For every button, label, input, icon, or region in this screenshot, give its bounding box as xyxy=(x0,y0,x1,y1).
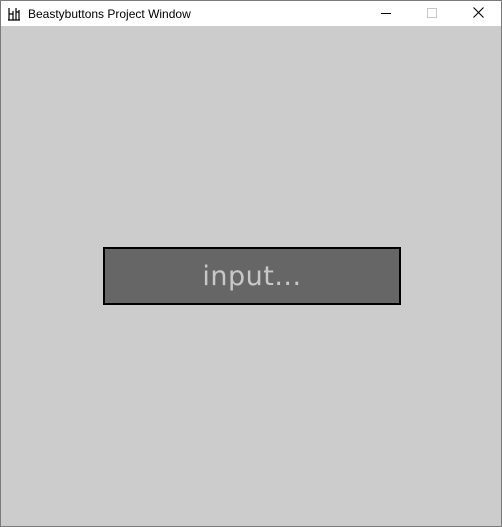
close-button[interactable] xyxy=(455,1,501,26)
input-placeholder: input... xyxy=(202,260,302,292)
maximize-button[interactable] xyxy=(409,1,455,26)
app-window: Beastybuttons Project Window input... xyxy=(0,0,502,527)
minimize-button[interactable] xyxy=(363,1,409,26)
processing-app-icon xyxy=(6,6,22,22)
maximize-icon xyxy=(427,5,437,23)
sketch-canvas: input... xyxy=(1,26,501,526)
window-title: Beastybuttons Project Window xyxy=(28,6,191,21)
minimize-icon xyxy=(381,5,391,23)
text-input-button[interactable]: input... xyxy=(103,247,401,305)
close-icon xyxy=(472,5,484,23)
window-controls xyxy=(363,1,501,26)
title-bar[interactable]: Beastybuttons Project Window xyxy=(1,1,501,26)
